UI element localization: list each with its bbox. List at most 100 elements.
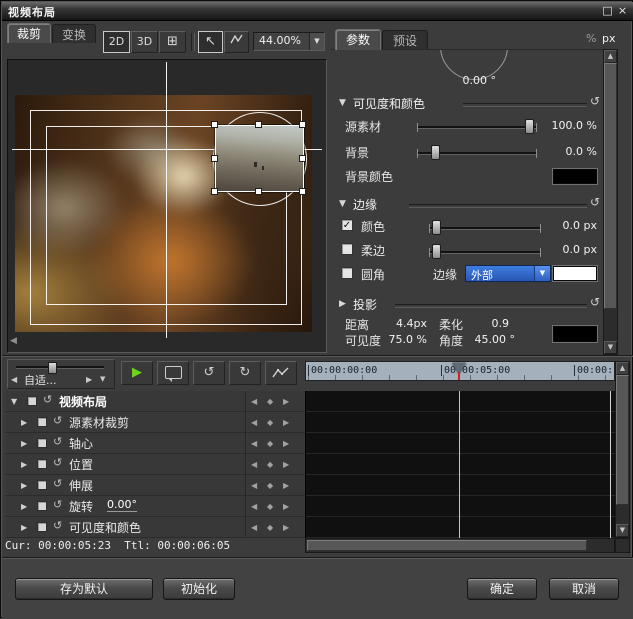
- section-expand-icon[interactable]: ▼: [339, 199, 346, 209]
- edge-type-dropdown[interactable]: 外部 ▼: [465, 265, 551, 282]
- handle-bottom-right[interactable]: [299, 188, 306, 195]
- edge-color-checkbox[interactable]: ✓: [341, 219, 353, 231]
- section-title-shadow[interactable]: 投影: [353, 296, 377, 313]
- timeline-zoom-slider[interactable]: [16, 366, 104, 369]
- comment-button[interactable]: [157, 361, 189, 385]
- row-reset-icon[interactable]: ↺: [53, 456, 62, 469]
- source-value[interactable]: 100.0 %: [541, 119, 597, 132]
- cancel-button[interactable]: 取消: [549, 578, 619, 600]
- round-corner-checkbox[interactable]: [341, 267, 353, 279]
- prev-keyframe-button[interactable]: ◀: [251, 481, 257, 490]
- shadow-visibility-value[interactable]: 75.0 %: [381, 333, 427, 346]
- row-checkbox[interactable]: [27, 396, 37, 406]
- add-keyframe-button[interactable]: ◆: [267, 418, 273, 427]
- scrollbar-thumb[interactable]: [604, 63, 617, 309]
- next-keyframe-button[interactable]: ▶: [283, 397, 289, 406]
- unit-px-toggle[interactable]: px: [602, 32, 616, 45]
- maximize-button[interactable]: □: [601, 4, 614, 17]
- undo-button[interactable]: ↺: [193, 361, 225, 385]
- handle-top-right[interactable]: [299, 121, 306, 128]
- row-checkbox[interactable]: [37, 501, 47, 511]
- background-slider[interactable]: [417, 152, 537, 155]
- timeline-ruler[interactable]: 00:00:00:00 00:00:05:00 00:00:1: [305, 361, 615, 381]
- mode-2d-button[interactable]: 2D: [103, 31, 130, 53]
- handle-top-center[interactable]: [255, 121, 262, 128]
- row-reset-icon[interactable]: ↺: [53, 498, 62, 511]
- next-keyframe-button[interactable]: ▶: [283, 481, 289, 490]
- add-keyframe-button[interactable]: ◆: [267, 502, 273, 511]
- next-keyframe-button[interactable]: ▶: [283, 418, 289, 427]
- shadow-soften-value[interactable]: 0.9: [477, 317, 509, 330]
- section-expand-icon[interactable]: ▶: [339, 299, 346, 309]
- tree-expand-icon[interactable]: ▶: [21, 439, 27, 448]
- background-value[interactable]: 0.0 %: [541, 145, 597, 158]
- timeline-row-stretch[interactable]: ▶ ↺ 伸展 ◀ ◆ ▶: [5, 475, 305, 496]
- redo-button[interactable]: ↻: [229, 361, 261, 385]
- add-keyframe-button[interactable]: ◆: [267, 460, 273, 469]
- source-slider-thumb[interactable]: [525, 119, 534, 134]
- row-checkbox[interactable]: [37, 459, 47, 469]
- close-button[interactable]: ×: [616, 4, 629, 17]
- initialize-button[interactable]: 初始化: [163, 578, 235, 600]
- timeline-tracks[interactable]: [305, 391, 615, 538]
- mode-3d-button[interactable]: 3D: [131, 31, 158, 53]
- timeline-row-rotation[interactable]: ▶ ↺ 旋转 0.00° ◀ ◆ ▶: [5, 496, 305, 517]
- layout-grid-icon[interactable]: ⊞: [159, 31, 186, 53]
- row-reset-icon[interactable]: ↺: [53, 435, 62, 448]
- timeline-row-visibility-color[interactable]: ▶ ↺ 可见度和颜色 ◀ ◆ ▶: [5, 517, 305, 538]
- prev-keyframe-button[interactable]: ◀: [251, 439, 257, 448]
- tree-expand-icon[interactable]: ▶: [21, 460, 27, 469]
- fit-mode-label[interactable]: 自适...: [24, 372, 82, 388]
- handle-bottom-left[interactable]: [211, 188, 218, 195]
- scrollbar-thumb[interactable]: [307, 540, 587, 551]
- tree-expand-icon[interactable]: ▼: [11, 397, 17, 406]
- row-checkbox[interactable]: [37, 522, 47, 532]
- soft-edge-value[interactable]: 0.0 px: [541, 243, 597, 256]
- shadow-distance-value[interactable]: 4.4px: [381, 317, 427, 330]
- timeline-row-pivot[interactable]: ▶ ↺ 轴心 ◀ ◆ ▶: [5, 433, 305, 454]
- prev-keyframe-button[interactable]: ◀: [251, 460, 257, 469]
- ok-button[interactable]: 确定: [467, 578, 537, 600]
- background-slider-thumb[interactable]: [431, 145, 440, 160]
- scroll-down-icon[interactable]: ▼: [616, 524, 629, 537]
- next-keyframe-button[interactable]: ▶: [283, 502, 289, 511]
- background-color-swatch[interactable]: [553, 169, 597, 184]
- tab-parameters[interactable]: 参数: [335, 29, 381, 50]
- source-slider[interactable]: [417, 126, 537, 129]
- edge-color-slider[interactable]: [429, 227, 541, 230]
- save-default-button[interactable]: 存为默认: [15, 578, 153, 600]
- prev-keyframe-button[interactable]: ◀: [251, 418, 257, 427]
- fit-prev-icon[interactable]: ◀: [11, 375, 17, 384]
- handle-mid-left[interactable]: [211, 155, 218, 162]
- row-reset-icon[interactable]: ↺: [53, 477, 62, 490]
- row-reset-icon[interactable]: ↺: [53, 519, 62, 532]
- rotation-value[interactable]: 0.00 °: [401, 74, 496, 87]
- row-checkbox[interactable]: [37, 438, 47, 448]
- next-keyframe-button[interactable]: ▶: [283, 439, 289, 448]
- tab-crop[interactable]: 裁剪: [7, 23, 51, 43]
- soft-edge-checkbox[interactable]: [341, 243, 353, 255]
- dropdown-arrow-icon[interactable]: ▼: [309, 33, 324, 50]
- handle-bottom-center[interactable]: [255, 188, 262, 195]
- timeline-vscrollbar[interactable]: ▲ ▼: [615, 361, 630, 538]
- zoom-combobox[interactable]: 44.00% ▼: [253, 32, 325, 51]
- row-checkbox[interactable]: [37, 480, 47, 490]
- add-keyframe-button[interactable]: ◆: [267, 439, 273, 448]
- add-keyframe-button[interactable]: ◆: [267, 481, 273, 490]
- row-checkbox[interactable]: [37, 417, 47, 427]
- play-button[interactable]: ▶: [121, 361, 153, 385]
- prev-keyframe-button[interactable]: ◀: [251, 502, 257, 511]
- edge-color-value[interactable]: 0.0 px: [541, 219, 597, 232]
- add-keyframe-button[interactable]: ◆: [267, 397, 273, 406]
- reset-section-button[interactable]: ↺: [590, 296, 600, 308]
- tab-transform[interactable]: 变换: [52, 24, 96, 43]
- prev-keyframe-button[interactable]: ◀: [251, 397, 257, 406]
- parameters-scrollbar[interactable]: ▲ ▼: [603, 49, 618, 355]
- tab-presets[interactable]: 预设: [382, 30, 428, 49]
- timeline-hscrollbar[interactable]: [305, 538, 615, 553]
- row-reset-icon[interactable]: ↺: [43, 393, 52, 406]
- next-keyframe-button[interactable]: ▶: [283, 460, 289, 469]
- scrollbar-thumb[interactable]: [616, 375, 629, 505]
- dropdown-arrow-icon[interactable]: ▼: [534, 266, 550, 281]
- prev-keyframe-button[interactable]: ◀: [251, 523, 257, 532]
